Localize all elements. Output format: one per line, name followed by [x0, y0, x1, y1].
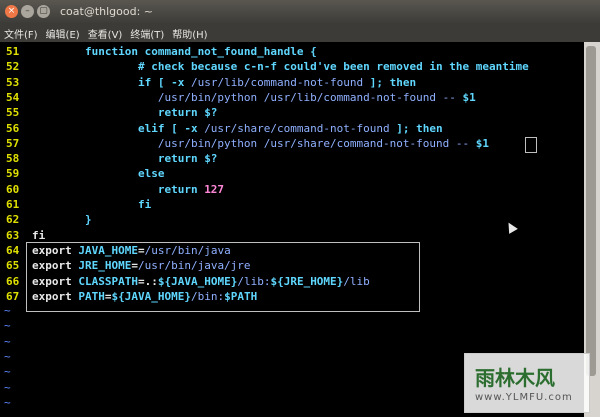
empty-line-marker: ~ [4, 350, 11, 363]
code-token: elif [ -x [32, 121, 205, 135]
code-token: $? [204, 152, 218, 166]
empty-line-marker: ~ [4, 319, 11, 333]
code-token: fi [32, 228, 46, 242]
code-text: if [ -x /usr/lib/command-not-found ]; th… [32, 75, 416, 90]
menu-view[interactable]: 查看(V) [88, 26, 123, 41]
empty-line-marker: ~ [4, 365, 11, 379]
line-number: 59 [6, 167, 20, 181]
code-text: return 127 [32, 182, 224, 197]
close-button[interactable]: × [5, 5, 18, 18]
watermark-logo: 雨林木风 www.YLMFU.com [464, 353, 590, 413]
line-number: 67 [6, 289, 20, 303]
scroll-thumb[interactable] [586, 46, 596, 376]
code-text: /usr/bin/python /usr/lib/command-not-fou… [32, 90, 476, 105]
code-token: if [ -x [32, 75, 191, 89]
code-token: fi [32, 198, 152, 211]
empty-line-marker: ~ [4, 334, 11, 348]
line-number: 54 [6, 90, 20, 104]
visual-selection-box [26, 242, 420, 312]
line-number: 64 [6, 243, 20, 257]
code-token: return [32, 152, 205, 166]
code-text: return $? [32, 105, 218, 120]
menu-edit[interactable]: 编辑(E) [46, 26, 80, 41]
line-number: 51 [6, 45, 20, 58]
code-text: # check because c-n-f could've been remo… [32, 59, 529, 74]
empty-line-marker: ~ [4, 304, 11, 318]
window-title: coat@thlgood: ~ [60, 5, 154, 18]
line-number: 56 [6, 121, 20, 135]
code-token: ]; then [363, 75, 417, 89]
line-number: 61 [6, 198, 20, 211]
line-number: 65 [6, 259, 20, 273]
code-token: return [32, 106, 205, 120]
minimize-button[interactable]: – [21, 5, 34, 18]
line-number: 60 [6, 182, 20, 196]
code-text: function command_not_found_handle { [32, 44, 317, 59]
code-text: /usr/bin/python /usr/share/command-not-f… [32, 136, 489, 151]
code-token: /usr/share/command-not-found [204, 121, 390, 135]
code-text: fi [32, 228, 45, 243]
line-number: 52 [6, 60, 20, 74]
menu-file[interactable]: 文件(F) [4, 26, 38, 41]
code-token: /usr/bin/python /usr/lib/command-not-fou… [32, 90, 463, 104]
text-cursor [525, 137, 537, 153]
code-token: /usr/lib/command-not-found [190, 75, 364, 89]
code-text: return $? [32, 151, 218, 166]
code-token: 127 [204, 182, 225, 196]
code-token: $? [204, 106, 218, 120]
code-text: elif [ -x /usr/share/command-not-found ]… [32, 121, 443, 136]
line-number: 58 [6, 152, 20, 166]
maximize-button[interactable]: ▢ [37, 5, 50, 18]
code-token: $1 [462, 90, 476, 104]
code-token: function command_not_found_handle { [32, 45, 317, 58]
line-number: 55 [6, 106, 20, 120]
menu-terminal[interactable]: 终端(T) [130, 26, 164, 41]
line-number: 66 [6, 274, 20, 288]
line-number: 62 [6, 213, 20, 227]
code-token: $1 [475, 136, 489, 150]
code-token: ]; then [389, 121, 443, 135]
empty-line-marker: ~ [4, 395, 11, 409]
code-token: /usr/bin/python /usr/share/command-not-f… [32, 136, 476, 150]
line-number: 63 [6, 228, 20, 242]
code-text: fi [32, 197, 151, 212]
watermark-sub: www.YLMFU.com [475, 392, 573, 403]
window-controls: × – ▢ [5, 5, 50, 18]
empty-line-marker: ~ [4, 380, 11, 394]
code-token: else [32, 167, 165, 181]
code-text: else [32, 166, 165, 181]
menu-bar: 文件(F) 编辑(E) 查看(V) 终端(T) 帮助(H) [0, 24, 600, 42]
menu-help[interactable]: 帮助(H) [172, 26, 207, 41]
line-number: 57 [6, 136, 20, 150]
title-bar: × – ▢ coat@thlgood: ~ [0, 0, 600, 24]
code-text: } [32, 212, 92, 227]
line-number: 53 [6, 75, 20, 89]
watermark-main: 雨林木风 [475, 366, 555, 390]
code-token: } [32, 213, 92, 227]
code-token: # check because c-n-f could've been remo… [32, 60, 529, 74]
code-token: return [32, 182, 205, 196]
